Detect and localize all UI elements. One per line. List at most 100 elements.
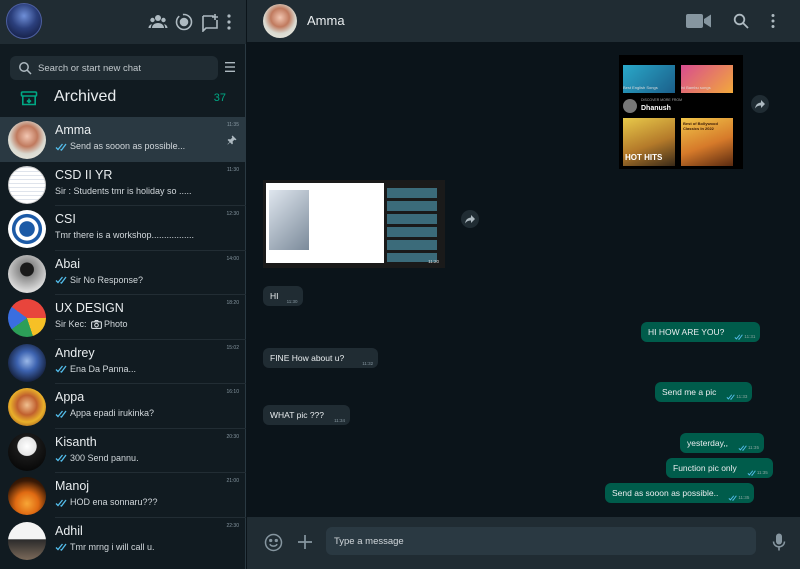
chat-preview: Send as sooon as possible... bbox=[55, 141, 225, 151]
emoji-icon[interactable] bbox=[264, 533, 283, 552]
chat-time: 18:20 bbox=[226, 300, 239, 306]
avatar bbox=[8, 388, 46, 426]
new-chat-icon[interactable] bbox=[200, 12, 220, 32]
media-thumbnail bbox=[269, 190, 309, 250]
read-receipt-icon bbox=[728, 495, 738, 501]
read-receipt-icon bbox=[55, 410, 67, 418]
read-receipt-icon bbox=[55, 454, 67, 462]
sidebar-menu-icon[interactable] bbox=[224, 12, 234, 32]
message-bubble[interactable]: HI HOW ARE YOU? 11:31 bbox=[641, 322, 761, 342]
message-bubble[interactable]: Send me a pic 11:33 bbox=[655, 382, 753, 402]
chat-time: 20:30 bbox=[226, 433, 239, 440]
avatar bbox=[8, 254, 46, 293]
read-receipt-icon bbox=[734, 334, 744, 340]
preview-text: HOD ena sonnaru??? bbox=[70, 497, 158, 507]
archived-count: 37 bbox=[213, 92, 226, 104]
chat-item-csd-ii-yr[interactable]: CSD II YR 11:30 Sir : Students tmr is ho… bbox=[0, 162, 246, 206]
avatar bbox=[8, 343, 46, 382]
attach-icon[interactable] bbox=[296, 533, 314, 551]
media-caption: Best of Bollywood Classics In 2022 bbox=[683, 121, 718, 131]
filter-icon[interactable] bbox=[224, 60, 236, 74]
chat-sidebar: Archived 37 Amma 11:35 Send as sooon as … bbox=[0, 0, 246, 569]
forward-button[interactable] bbox=[461, 210, 479, 228]
chat-preview: Tmr there is a workshop................. bbox=[55, 230, 195, 240]
chat-item-abai[interactable]: Abai 14:00 Sir No Response? bbox=[0, 251, 246, 295]
profile-avatar[interactable] bbox=[6, 3, 42, 39]
contact-avatar[interactable] bbox=[263, 4, 297, 38]
archived-chats[interactable]: Archived 37 bbox=[0, 82, 246, 114]
chat-item-kisanth[interactable]: Kisanth 20:30 300 Send pannu. bbox=[0, 429, 246, 473]
chat-preview: Sir : Students tmr is holiday so ..... bbox=[55, 185, 192, 196]
avatar bbox=[8, 299, 46, 337]
community-icon[interactable] bbox=[148, 12, 168, 32]
search-icon bbox=[18, 61, 32, 75]
message-text: HI HOW ARE YOU? bbox=[648, 327, 725, 337]
chat-time: 11:35 bbox=[226, 122, 239, 128]
chat-item-amma[interactable]: Amma 11:35 Send as sooon as possible... bbox=[0, 117, 246, 162]
message-bubble[interactable]: FINE How about u? 11:32 bbox=[263, 348, 379, 368]
status-icon[interactable] bbox=[174, 12, 194, 32]
chat-item-appa[interactable]: Appa 16:10 Appa epadi irukinka? bbox=[0, 384, 246, 429]
chat-name: Kisanth bbox=[55, 434, 97, 449]
message-text: Send as sooon as possible.. bbox=[612, 488, 719, 498]
chat-name: CSD II YR bbox=[55, 167, 113, 182]
message-list: Best English Songs Ivi Bambu songs DISCO… bbox=[247, 42, 800, 516]
video-call-icon[interactable] bbox=[686, 13, 711, 29]
contact-name[interactable]: Amma bbox=[307, 13, 345, 28]
avatar bbox=[8, 210, 46, 248]
message-text: WHAT pic ??? bbox=[270, 410, 325, 420]
chat-time: 12:30 bbox=[226, 211, 239, 217]
chat-time: 14:00 bbox=[226, 255, 239, 262]
chat-preview: HOD ena sonnaru??? bbox=[55, 497, 225, 507]
chat-time: 16:10 bbox=[226, 389, 239, 395]
read-receipt-icon bbox=[55, 276, 67, 284]
conversation-pane: Amma Best English Songs Ivi Bambu songs … bbox=[247, 0, 800, 569]
chat-item-adhil[interactable]: Adhil 22:30 Tmr mrng i will call u. bbox=[0, 518, 246, 563]
artist-avatar bbox=[623, 99, 637, 113]
message-time: 11:35 bbox=[736, 445, 759, 451]
search-messages-icon[interactable] bbox=[733, 13, 749, 29]
search-bar bbox=[10, 56, 218, 80]
message-bubble[interactable]: Function pic only 11:35 bbox=[666, 458, 773, 478]
preview-text: 300 Send pannu. bbox=[70, 452, 139, 463]
archived-label: Archived bbox=[54, 88, 117, 105]
sidebar-header bbox=[0, 0, 246, 44]
chat-item-ux-design[interactable]: UX DESIGN 18:20 Sir Kec: Photo bbox=[0, 295, 246, 340]
chat-item-andrey[interactable]: Andrey 15:02 Ena Da Panna... bbox=[0, 340, 246, 384]
chat-time: 11:30 bbox=[226, 166, 239, 173]
message-time: 11:33 bbox=[724, 394, 747, 400]
chat-preview: Appa epadi irukinka? bbox=[55, 408, 225, 418]
chat-item-manoj[interactable]: Manoj 21:00 HOD ena sonnaru??? bbox=[0, 473, 246, 518]
message-bubble[interactable]: HI 11:30 bbox=[263, 286, 303, 306]
conversation-menu-icon[interactable] bbox=[765, 13, 781, 29]
image-message[interactable]: Best English Songs Ivi Bambu songs DISCO… bbox=[619, 55, 743, 169]
chat-name: UX DESIGN bbox=[55, 301, 124, 315]
media-caption: Ivi Bambu songs bbox=[681, 85, 711, 90]
message-bubble[interactable]: Send as sooon as possible.. 11:35 bbox=[605, 483, 755, 503]
chat-preview: Ena Da Panna... bbox=[55, 364, 225, 374]
message-text: yesterday,, bbox=[687, 438, 728, 448]
search-input[interactable] bbox=[38, 56, 214, 80]
avatar bbox=[8, 165, 46, 204]
message-time: 11:35 bbox=[726, 495, 749, 501]
chat-name: Abai bbox=[55, 256, 81, 271]
message-time: 11:31 bbox=[732, 334, 755, 340]
read-receipt-icon bbox=[747, 470, 756, 476]
media-time: 11:20 bbox=[428, 259, 439, 264]
message-bubble[interactable]: WHAT pic ??? 11:34 bbox=[263, 405, 351, 425]
avatar bbox=[8, 521, 46, 560]
preview-text: Photo bbox=[104, 319, 128, 329]
forward-icon bbox=[465, 215, 475, 224]
read-receipt-icon bbox=[55, 499, 67, 507]
image-message[interactable]: 11:20 bbox=[263, 180, 445, 268]
chat-item-csi[interactable]: CSI 12:30 Tmr there is a workshop.......… bbox=[0, 206, 246, 251]
chat-time: 21:00 bbox=[226, 478, 239, 484]
forward-button[interactable] bbox=[751, 95, 769, 113]
chat-name: Andrey bbox=[55, 345, 95, 360]
message-text: Function pic only bbox=[673, 463, 737, 473]
microphone-icon[interactable] bbox=[772, 533, 786, 552]
message-time: 11:30 bbox=[286, 299, 298, 304]
message-bubble[interactable]: yesterday,, 11:35 bbox=[680, 433, 764, 453]
message-text: FINE How about u? bbox=[270, 353, 345, 363]
message-input[interactable] bbox=[326, 527, 756, 555]
